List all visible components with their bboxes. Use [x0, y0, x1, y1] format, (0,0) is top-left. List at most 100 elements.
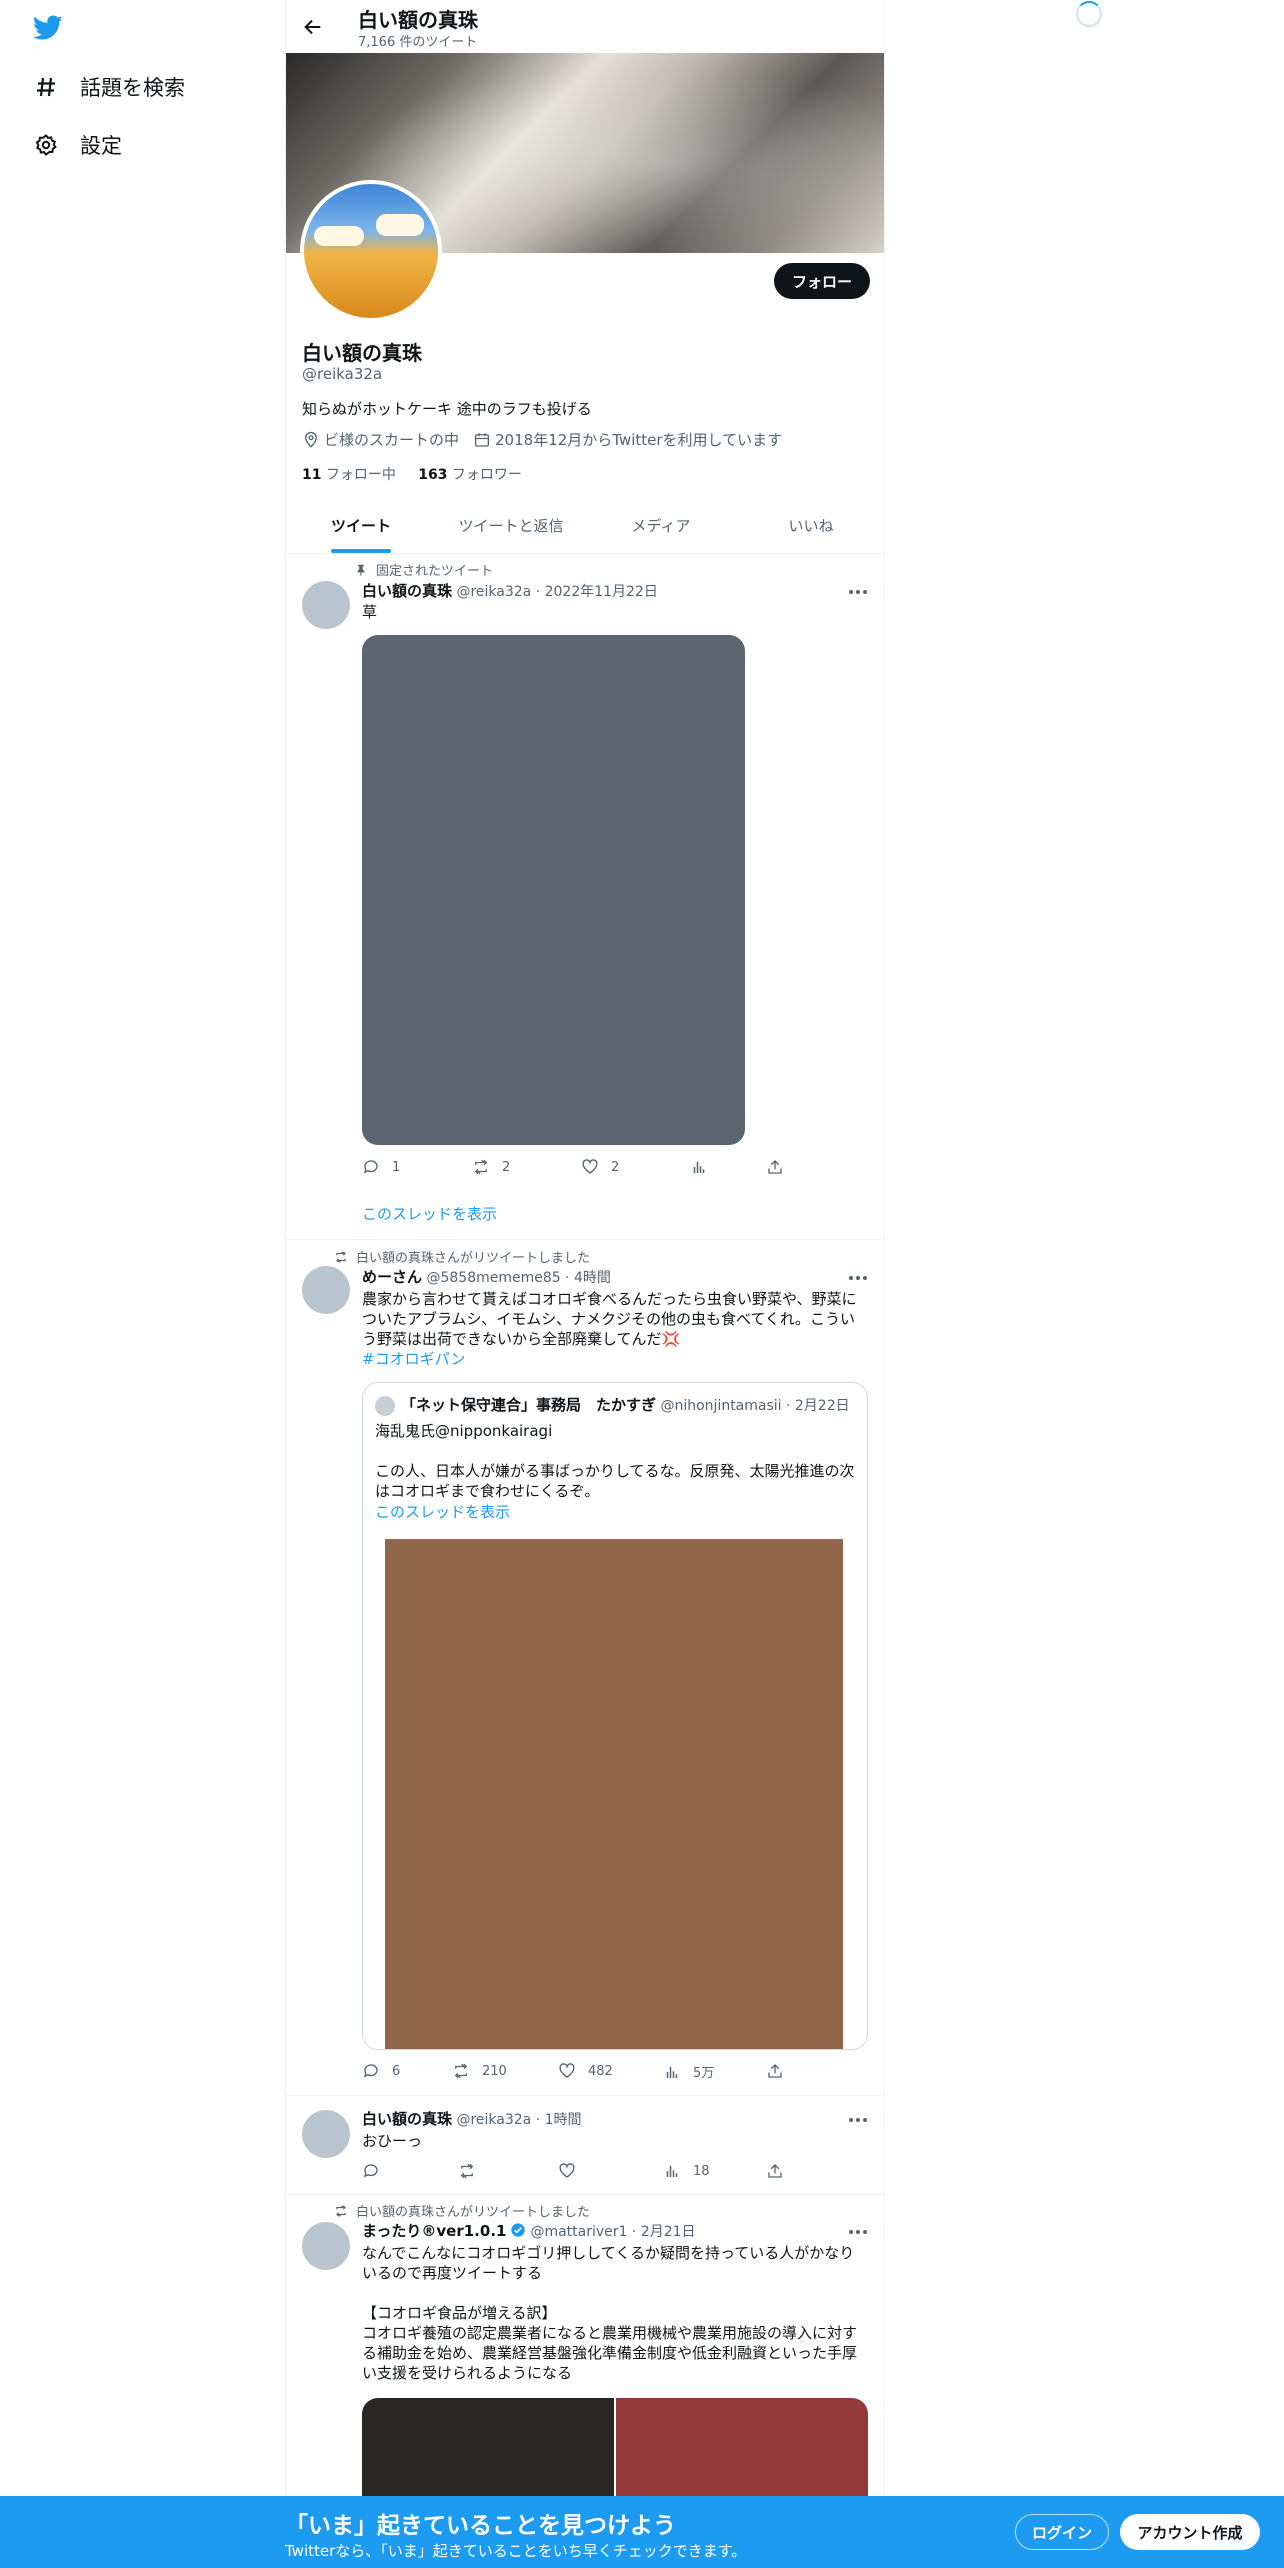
more-options-icon[interactable]	[846, 2225, 870, 2239]
loading-spinner-icon	[1076, 1, 1102, 27]
location-pin-icon	[305, 431, 317, 448]
tweet-header: 白い額の真珠 @reika32a · 1時間	[362, 2108, 582, 2129]
verified-badge-icon	[511, 2223, 526, 2237]
signup-banner-subtitle: Twitterなら、「いま」起きていることをいち早くチェックできます。	[285, 2542, 747, 2560]
profile-handle: @reika32a	[302, 365, 383, 383]
tweet-actions: 6 210 482 5万	[362, 2062, 782, 2082]
profile-avatar[interactable]	[300, 180, 442, 322]
follow-button[interactable]: フォロー	[774, 263, 870, 299]
tweet-pinned[interactable]: 固定されたツイート 白い額の真珠 @reika32a · 2022年11月22日…	[286, 555, 884, 1240]
quote-media[interactable]	[385, 1539, 843, 2049]
views-button[interactable]	[690, 1158, 720, 1176]
left-nav: 話題を検索 設定	[0, 0, 285, 2500]
retweet-icon	[336, 2204, 346, 2217]
views-button[interactable]: 5万	[663, 2062, 714, 2081]
reply-icon	[363, 2164, 378, 2178]
retweet-icon	[474, 1159, 488, 1175]
heart-icon	[559, 2163, 575, 2178]
tweet-media[interactable]	[362, 2398, 614, 2500]
avatar[interactable]	[302, 581, 350, 629]
tab-media[interactable]: メディア	[586, 500, 736, 553]
tab-likes[interactable]: いいね	[736, 500, 884, 553]
quote-header: 「ネット保守連合」事務局 たかすぎ @nihonjintamasii · 2月2…	[401, 1394, 850, 1415]
analytics-icon	[666, 2165, 678, 2177]
quote-text: 海乱鬼氏@nipponkairagi この人、日本人が嫌がる事ばっかりしてるな。…	[375, 1422, 855, 1500]
tweet[interactable]: 白い額の真珠 @reika32a · 1時間 おひーっ 18	[286, 2096, 884, 2195]
like-button[interactable]	[558, 2162, 588, 2180]
tweet-text: おひーっ	[362, 2132, 423, 2150]
author-name[interactable]: めーさん	[362, 1268, 422, 1286]
retweet-button[interactable]: 2	[472, 1158, 510, 1176]
nav-item-label: 設定	[80, 134, 122, 158]
twitter-logo-icon[interactable]	[33, 15, 63, 41]
retweet-icon	[336, 1250, 346, 1263]
gear-icon	[35, 134, 57, 156]
page-title: 白い額の真珠	[358, 8, 478, 32]
retweet-button[interactable]: 210	[452, 2062, 507, 2080]
more-options-icon[interactable]	[846, 585, 870, 599]
profile-location: ビ様のスカートの中	[324, 431, 460, 449]
reply-icon	[363, 1160, 378, 1174]
share-icon	[768, 2064, 782, 2078]
author-name[interactable]: 白い額の真珠	[362, 2110, 452, 2128]
views-button[interactable]: 18	[663, 2162, 710, 2180]
quote-show-thread-link[interactable]: このスレッドを表示	[375, 1501, 510, 1522]
retweet-context: 白い額の真珠さんがリツイートしました	[334, 1247, 590, 1266]
retweet-icon	[454, 2063, 468, 2079]
heart-icon	[582, 1159, 598, 1174]
back-arrow-icon[interactable]	[302, 16, 324, 38]
share-button[interactable]	[766, 2062, 796, 2080]
tweet-count: 7,166 件のツイート	[358, 35, 478, 50]
reply-button[interactable]: 1	[362, 1158, 400, 1176]
following-link[interactable]: 11 フォロー中	[302, 467, 396, 483]
like-button[interactable]: 482	[558, 2062, 613, 2080]
tweet-text: 草	[362, 603, 378, 621]
share-button[interactable]	[766, 1158, 796, 1176]
share-icon	[768, 1160, 782, 1174]
tweet-media[interactable]	[616, 2398, 868, 2500]
calendar-icon	[474, 432, 490, 447]
show-thread-link[interactable]: このスレッドを表示	[362, 1203, 497, 1224]
tweet-media[interactable]	[362, 635, 745, 1145]
tweet-actions: 1 2 2	[362, 1158, 782, 1178]
follow-stats: 11 フォロー中 163 フォロワー	[302, 464, 522, 484]
hashtag-link[interactable]: #コオロギパン	[362, 1349, 868, 1369]
share-button[interactable]	[766, 2162, 796, 2180]
quote-author-name: 「ネット保守連合」事務局 たかすぎ	[401, 1396, 657, 1414]
more-options-icon[interactable]	[846, 1271, 870, 1285]
signup-banner-title: 「いま」起きていることを見つけよう	[285, 2513, 676, 2539]
retweet-context: 白い額の真珠さんがリツイートしました	[334, 2201, 590, 2220]
pinned-label: 固定されたツイート	[334, 560, 493, 579]
profile-joined: 2018年12月からTwitterを利用しています	[495, 431, 783, 449]
tweet-retweeted[interactable]: 白い額の真珠さんがリツイートしました めーさん @5858mememe85 · …	[286, 1240, 884, 2096]
tab-tweets[interactable]: ツイート	[286, 500, 436, 553]
heart-icon	[559, 2063, 575, 2078]
tweet-meta: @5858mememe85 · 4時間	[426, 1270, 611, 1286]
reply-button[interactable]	[362, 2162, 392, 2180]
login-button[interactable]: ログイン	[1015, 2514, 1109, 2550]
share-icon	[768, 2164, 782, 2178]
author-name[interactable]: 白い額の真珠	[362, 582, 452, 600]
retweet-button[interactable]	[458, 2162, 488, 2180]
nav-item-label: 話題を検索	[80, 76, 185, 100]
signup-button[interactable]: アカウント作成	[1120, 2514, 1260, 2550]
avatar[interactable]	[302, 2110, 350, 2158]
tweet-retweeted[interactable]: 白い額の真珠さんがリツイートしました まったり®ver1.0.1 @mattari…	[286, 2196, 884, 2500]
avatar[interactable]	[302, 1266, 350, 1314]
reply-button[interactable]: 6	[362, 2062, 400, 2080]
profile-name: 白い額の真珠	[302, 341, 422, 365]
quote-meta: @nihonjintamasii · 2月22日	[660, 1398, 850, 1414]
tweet-meta: @mattariver1 · 2月21日	[530, 2224, 696, 2240]
quote-tweet[interactable]: 「ネット保守連合」事務局 たかすぎ @nihonjintamasii · 2月2…	[362, 1382, 868, 2050]
avatar[interactable]	[302, 2222, 350, 2270]
tab-tweets-replies[interactable]: ツイートと返信	[436, 500, 586, 553]
followers-link[interactable]: 163 フォロワー	[418, 467, 522, 483]
nav-item-explore[interactable]: 話題を検索	[34, 67, 185, 107]
tweet-header: めーさん @5858mememe85 · 4時間	[362, 1266, 611, 1287]
pin-icon	[357, 564, 365, 576]
author-name[interactable]: まったり®ver1.0.1	[362, 2222, 506, 2240]
tweet-header: 白い額の真珠 @reika32a · 2022年11月22日	[362, 580, 658, 601]
more-options-icon[interactable]	[846, 2113, 870, 2127]
like-button[interactable]: 2	[581, 1158, 619, 1176]
nav-item-settings[interactable]: 設定	[34, 125, 122, 165]
